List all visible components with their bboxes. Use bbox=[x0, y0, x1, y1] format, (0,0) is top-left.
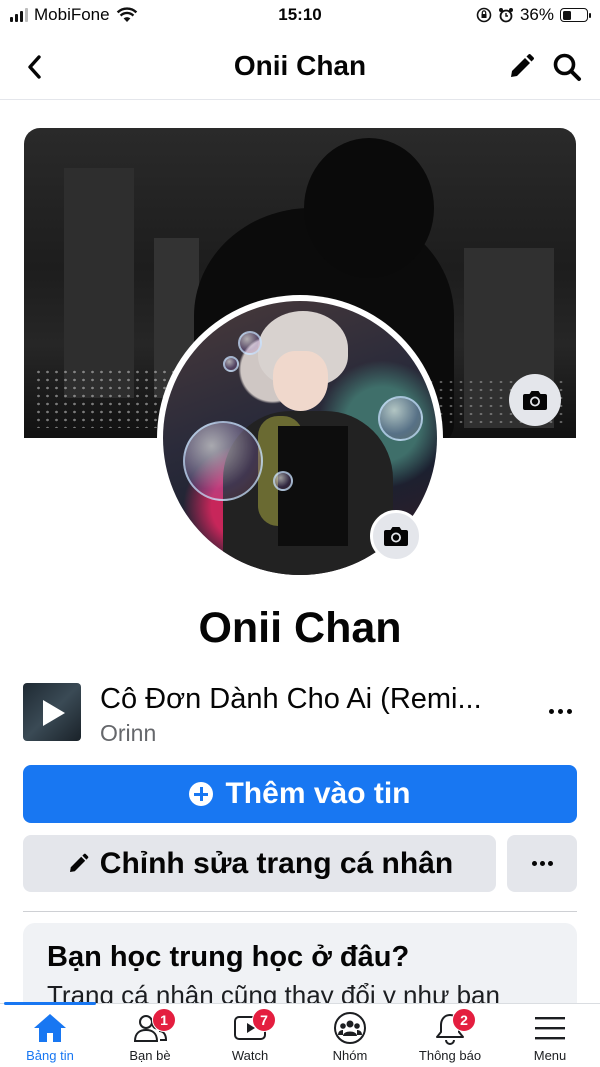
music-more-button[interactable] bbox=[543, 699, 577, 723]
edit-button[interactable] bbox=[504, 50, 538, 84]
battery-percent: 36% bbox=[519, 5, 554, 24]
edit-profile-label: Chỉnh sửa trang cá nhân bbox=[99, 846, 454, 880]
card-title: Bạn học trung học ở đâu? bbox=[47, 941, 410, 973]
more-dots-icon bbox=[548, 708, 572, 714]
search-icon bbox=[553, 53, 581, 81]
profile-music[interactable]: Cô Đơn Dành Cho Ai (Remi... Orinn bbox=[23, 683, 577, 746]
search-button[interactable] bbox=[550, 50, 584, 84]
battery-fill bbox=[562, 10, 571, 20]
camera-icon bbox=[384, 527, 408, 546]
music-thumbnail[interactable] bbox=[23, 683, 81, 741]
alarm-icon bbox=[498, 8, 513, 23]
tab-label: Bạn bè bbox=[129, 1048, 171, 1063]
profile-more-button[interactable] bbox=[507, 835, 577, 892]
avatar-bubble bbox=[183, 421, 263, 501]
tab-watch[interactable]: 7 Watch bbox=[200, 1008, 300, 1066]
avatar-bubble bbox=[273, 471, 293, 491]
pencil-icon bbox=[69, 853, 89, 872]
play-icon bbox=[43, 700, 65, 726]
school-prompt-card[interactable]: Bạn học trung học ở đâu? Trang cá nhân c… bbox=[23, 923, 577, 1013]
pencil-icon bbox=[511, 54, 534, 77]
music-artist: Orinn bbox=[100, 720, 157, 746]
music-title: Cô Đơn Dành Cho Ai (Remi... bbox=[100, 683, 482, 715]
tab-label: Menu bbox=[533, 1048, 567, 1063]
notification-badge: 2 bbox=[452, 1008, 476, 1032]
bottom-tab-bar: Bảng tin 1 Bạn bè 7 Watch Nhóm 2 Thông b… bbox=[0, 1002, 600, 1067]
status-right: 36% bbox=[476, 5, 591, 25]
cover-building bbox=[64, 168, 134, 398]
cover-silhouette-head bbox=[304, 138, 434, 278]
profile-name: Onii Chan bbox=[198, 604, 402, 652]
notification-badge: 1 bbox=[152, 1008, 176, 1032]
avatar-bubble bbox=[378, 396, 423, 441]
more-dots-icon bbox=[531, 861, 553, 866]
groups-icon bbox=[334, 1012, 366, 1044]
tab-notifications[interactable]: 2 Thông báo bbox=[400, 1008, 500, 1066]
orientation-lock-icon bbox=[476, 7, 492, 23]
tab-news-feed[interactable]: Bảng tin bbox=[0, 1010, 100, 1066]
camera-icon bbox=[523, 391, 547, 410]
tab-menu[interactable]: Menu bbox=[500, 1010, 600, 1066]
active-tab-indicator bbox=[4, 1002, 96, 1005]
edit-profile-button[interactable]: Chỉnh sửa trang cá nhân bbox=[23, 835, 496, 892]
avatar-bubble bbox=[238, 331, 262, 355]
menu-icon bbox=[535, 1017, 565, 1040]
battery-icon bbox=[560, 8, 591, 22]
plus-circle-icon bbox=[189, 782, 214, 806]
tab-label: Bảng tin bbox=[26, 1048, 74, 1063]
cover-camera-button[interactable] bbox=[509, 374, 561, 426]
avatar-face bbox=[273, 351, 328, 411]
avatar-bubble bbox=[223, 356, 239, 372]
tab-friends[interactable]: 1 Bạn bè bbox=[100, 1008, 200, 1066]
home-icon bbox=[34, 1014, 66, 1042]
tab-groups[interactable]: Nhóm bbox=[300, 1010, 400, 1066]
avatar-camera-button[interactable] bbox=[370, 510, 422, 562]
tab-label: Nhóm bbox=[332, 1048, 368, 1063]
add-to-story-button[interactable]: Thêm vào tin bbox=[23, 765, 577, 823]
tab-label: Thông báo bbox=[418, 1048, 482, 1063]
notification-badge: 7 bbox=[252, 1008, 276, 1032]
status-bar: MobiFone 15:10 36% bbox=[0, 0, 600, 32]
profile-header: Onii Chan bbox=[0, 36, 600, 100]
add-to-story-label: Thêm vào tin bbox=[225, 777, 411, 810]
section-divider bbox=[23, 911, 577, 912]
tab-label: Watch bbox=[231, 1048, 269, 1063]
